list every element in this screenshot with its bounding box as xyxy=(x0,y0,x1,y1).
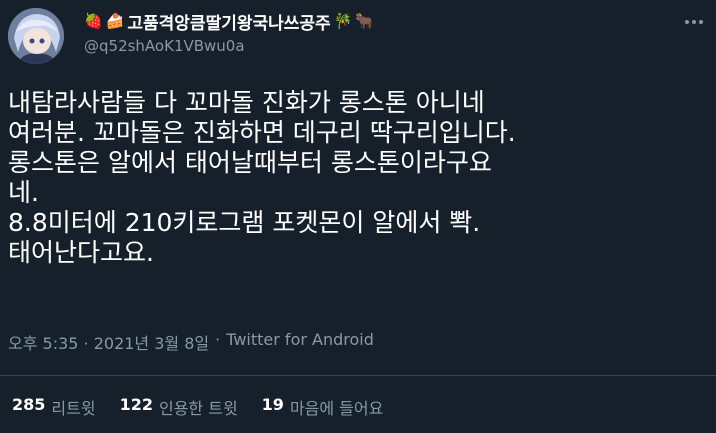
source-app[interactable]: Twitter for Android xyxy=(226,330,374,354)
tweet-line: 태어난다고요. xyxy=(8,238,154,267)
ox-emoji: 🐂 xyxy=(355,11,375,30)
tweet-line: 8.8미터에 210키로그램 포켓몬이 알에서 뽝. xyxy=(8,208,481,237)
author-handle[interactable]: @q52shAoK1VBwu0a xyxy=(84,37,245,55)
avatar-image xyxy=(8,8,64,64)
retweet-count-label: 리트윗 xyxy=(51,399,96,418)
tweet-line: 여러분. 꼬마돌은 진화하면 데구리 딱구리입니다. xyxy=(8,118,516,147)
cake-emoji: 🍰 xyxy=(105,11,125,30)
more-horizontal-icon xyxy=(685,20,703,24)
retweet-count[interactable]: 285 리트윗 xyxy=(12,395,96,419)
more-options-button[interactable] xyxy=(682,10,706,34)
like-count-value: 19 xyxy=(261,395,284,414)
retweet-count-value: 285 xyxy=(12,395,46,414)
quote-count-label: 인용한 트윗 xyxy=(158,399,238,418)
display-name: 고품격앙큼딸기왕국나쓰공주 xyxy=(127,13,331,34)
quote-count-value: 122 xyxy=(119,395,153,414)
tweet-line: 롱스톤은 알에서 태어날때부터 롱스톤이라구요 xyxy=(8,148,492,177)
bamboo-emoji: 🎋 xyxy=(333,11,353,30)
avatar[interactable] xyxy=(8,8,64,64)
meta-separator: · xyxy=(215,330,221,349)
author-name[interactable]: 🍓 🍰 고품격앙큼딸기왕국나쓰공주 🎋 🐂 xyxy=(84,8,374,34)
quote-count[interactable]: 122 인용한 트윗 xyxy=(120,395,238,419)
tweet-line: 네. xyxy=(8,178,39,207)
tweet-meta: 오후 5:35 · 2021년 3월 8일 · Twitter for Andr… xyxy=(8,330,374,354)
divider xyxy=(0,375,716,376)
like-count[interactable]: 19 마음에 들어요 xyxy=(262,395,384,419)
tweet-line: 내탐라사람들 다 꼬마돌 진화가 롱스톤 아니네 xyxy=(8,88,485,117)
like-count-label: 마음에 들어요 xyxy=(289,399,384,418)
timestamp[interactable]: 오후 5:35 · 2021년 3월 8일 xyxy=(8,330,209,354)
engagement-stats: 285 리트윗 122 인용한 트윗 19 마음에 들어요 xyxy=(12,395,383,419)
strawberry-emoji: 🍓 xyxy=(84,11,103,30)
tweet-text: 내탐라사람들 다 꼬마돌 진화가 롱스톤 아니네 여러분. 꼬마돌은 진화하면 … xyxy=(8,88,708,268)
